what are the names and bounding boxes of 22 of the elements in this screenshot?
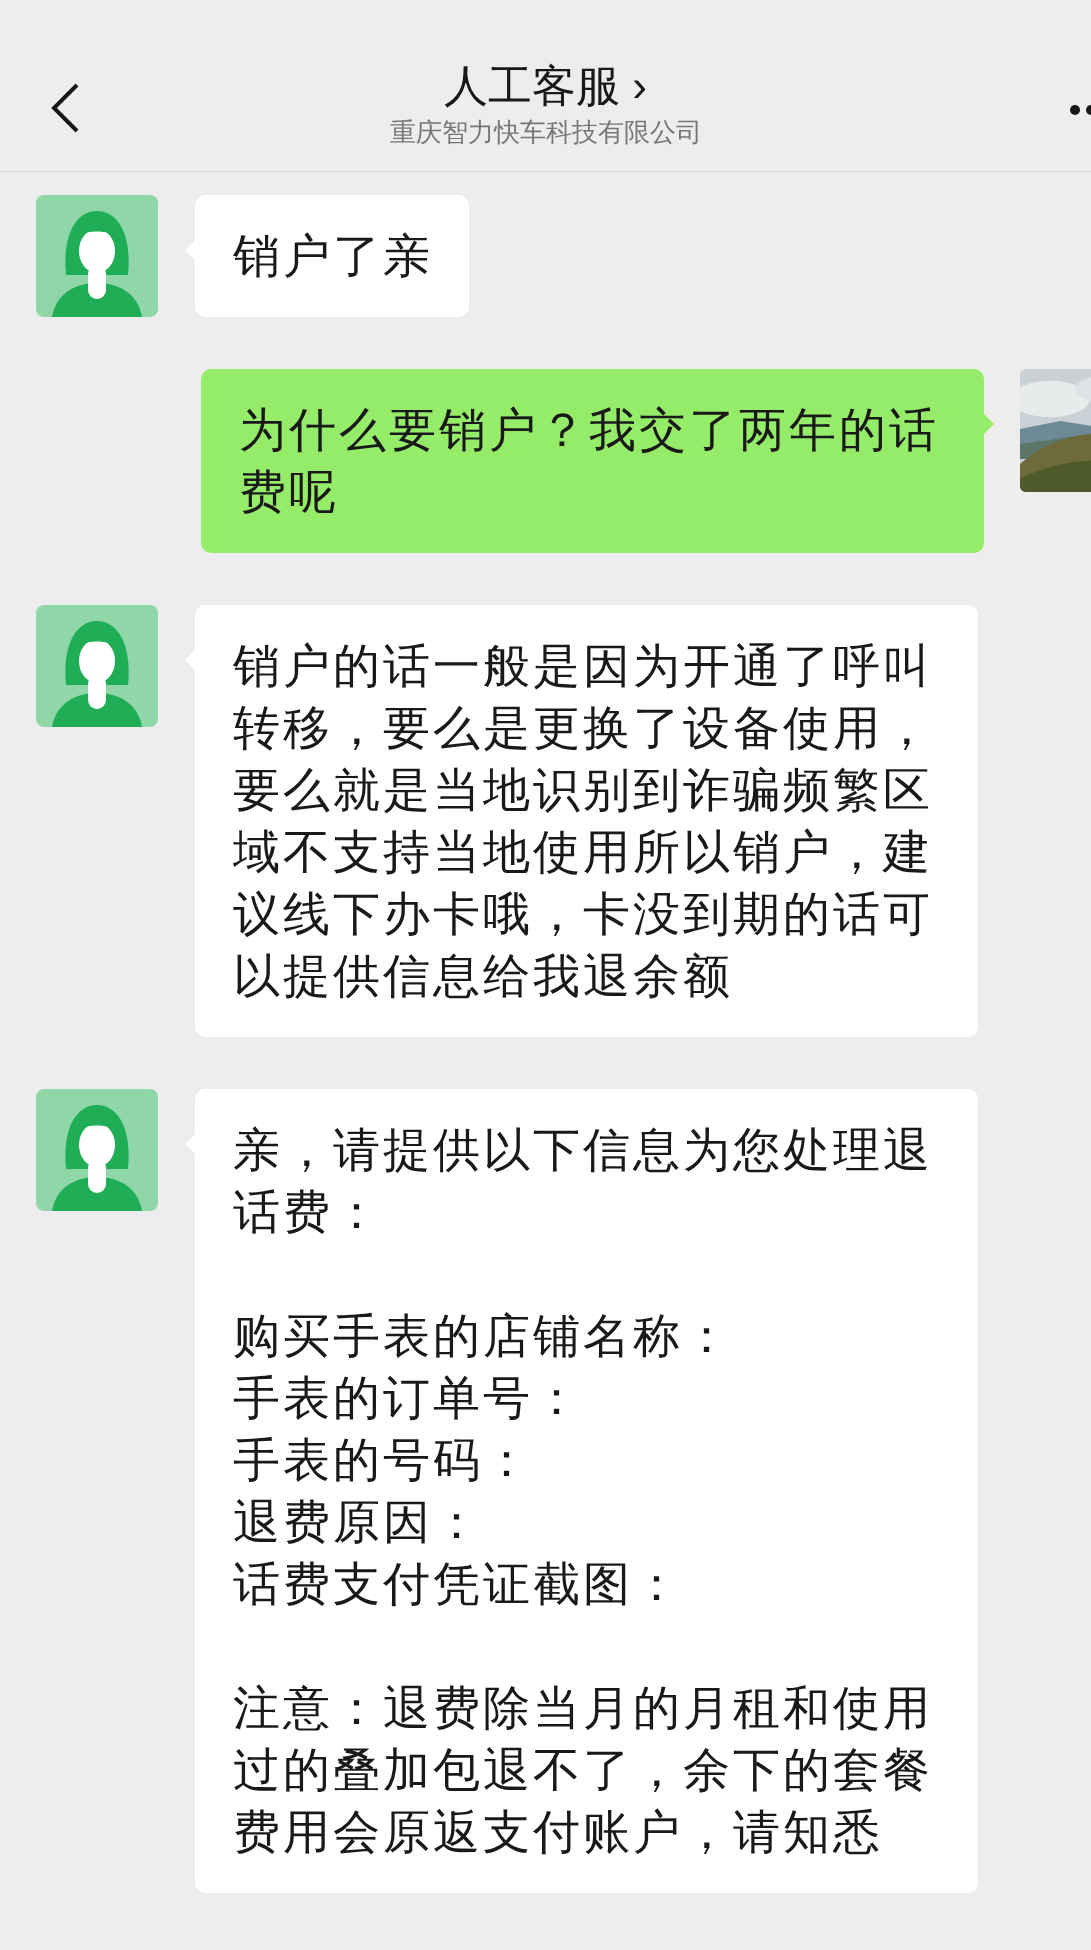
message-text: 购买手表的店铺名称： [233, 1308, 734, 1364]
message-text: 为什么要销户？我交了两年的话费呢 [239, 402, 940, 520]
message-bubble[interactable]: 销户了亲 [195, 195, 469, 317]
message-text: 注意：退费除当月的月租和使用过的叠加包退不了，余下的套餐费用会原返支付账户，请知悉 [233, 1680, 934, 1860]
agent-avatar[interactable] [36, 195, 158, 317]
agent-avatar[interactable] [36, 605, 158, 727]
back-icon[interactable] [50, 82, 80, 134]
chevron-icon[interactable]: › [632, 58, 647, 114]
message-bubble[interactable]: 销户的话一般是因为开通了呼叫转移，要么是更换了设备使用，要么就是当地识别到诈骗频繁区域不支持当地使用所以销户，建议线下办卡哦，卡没到期的话可以提供信息给我退余额 [195, 605, 978, 1037]
more-icon[interactable] [1069, 104, 1091, 116]
message-bubble[interactable]: 为什么要销户？我交了两年的话费呢 [201, 369, 984, 553]
message-text: 亲，请提供以下信息为您处理退话费： [233, 1122, 934, 1240]
message-text: 退费原因： [233, 1494, 484, 1550]
message-text: 销户的话一般是因为开通了呼叫转移，要么是更换了设备使用，要么就是当地识别到诈骗频繁区域不支持当地使用所以销户，建议线下办卡哦，卡没到期的话可以提供信息给我退余额 [233, 638, 934, 1004]
message-bubble[interactable]: 亲，请提供以下信息为您处理退话费： 购买手表的店铺名称： 手表的订单号： 手表的号码： 退费原因： 话费支付凭证截图： 注意：退费除当月的月租和使用过的叠加包退不了，余下的套餐费用会原返支付账户，请知悉 [195, 1089, 978, 1893]
chat-subtitle: 重庆智力快车科技有限公司 [389, 116, 702, 149]
agent-avatar[interactable] [36, 1089, 158, 1211]
chat-title[interactable]: 人工客服 [444, 58, 621, 114]
message-text: 销户了亲 [233, 228, 433, 284]
message-text: 手表的号码： [233, 1432, 534, 1488]
message-text: 话费支付凭证截图： [233, 1556, 684, 1612]
message-text: 手表的订单号： [233, 1370, 584, 1426]
